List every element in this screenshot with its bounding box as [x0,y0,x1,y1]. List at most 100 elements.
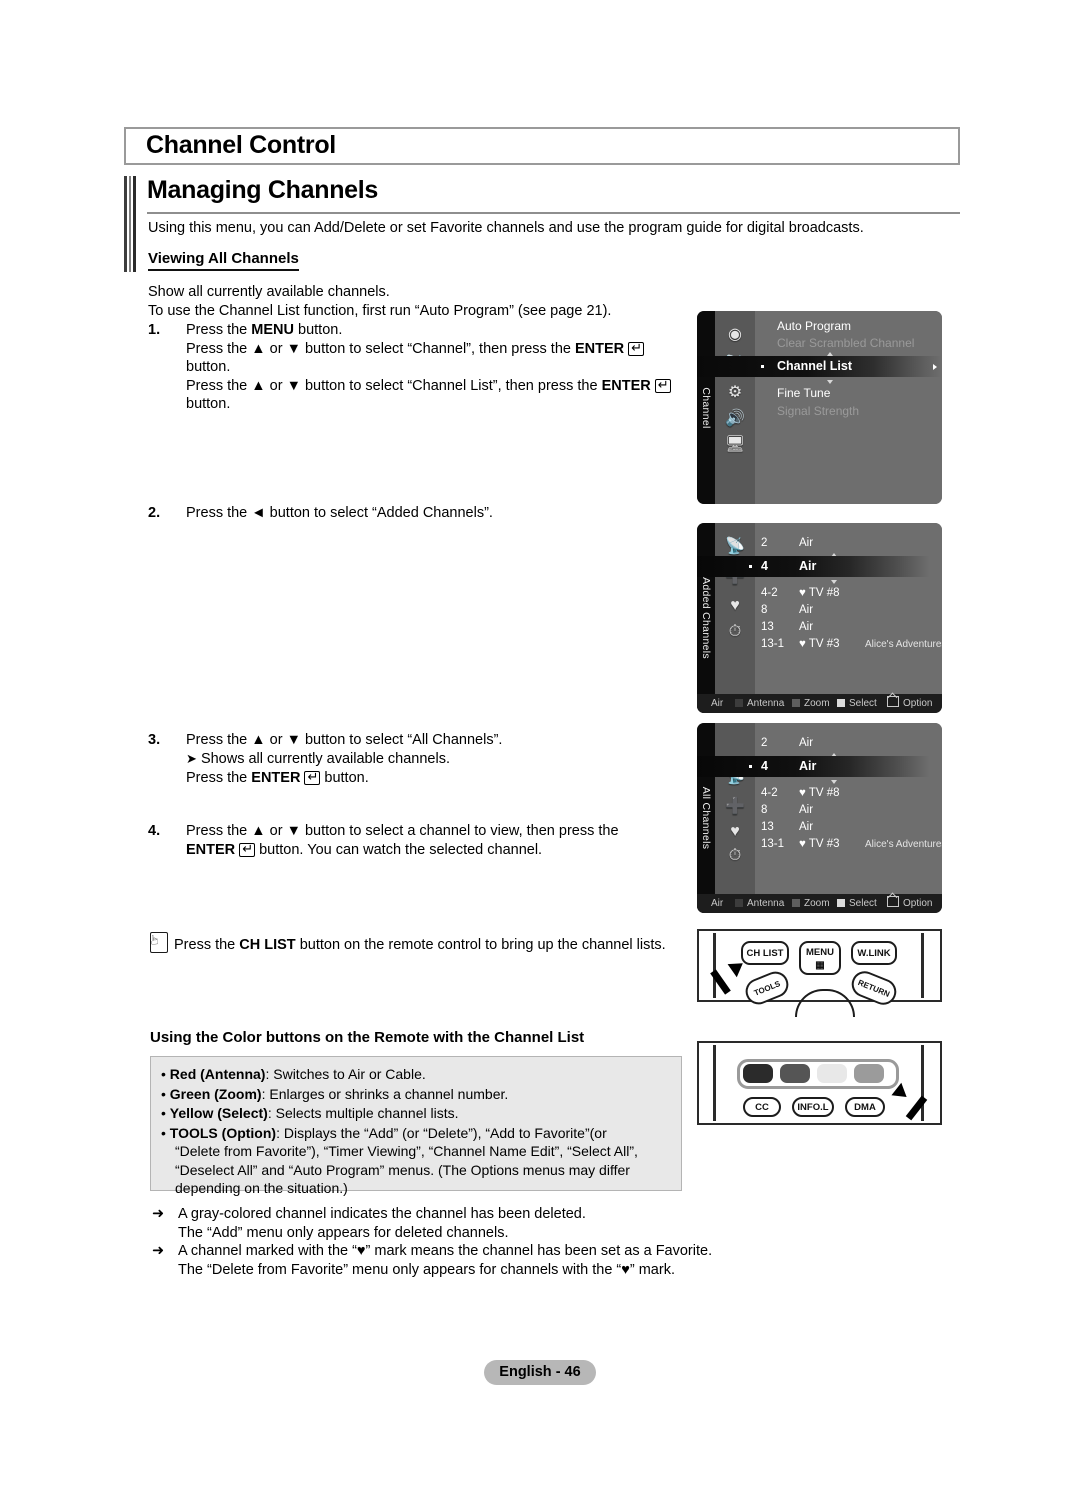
step-3: 3. Press the ▲ or ▼ button to select “Al… [148,731,693,788]
step-3-line3-c: button. [320,770,369,786]
footer-zoom-button[interactable]: Zoom [792,894,830,913]
color-item-tools-cont-3: depending on the situation.) [175,1180,348,1196]
osd-item-channel-list[interactable]: Channel List [697,356,942,377]
table-row[interactable]: 13 Air [755,619,942,636]
channel-source: ♥ TV #3 [799,638,840,650]
bottom-note-2-body: A channel marked with the “♥” mark means… [178,1242,752,1279]
section-accent-bars [124,176,138,272]
step-1-line2-a: Press the ▲ or ▼ button to select “Chann… [186,340,575,357]
channel-number: 4-2 [761,787,778,799]
footer-zoom-label: Zoom [804,698,830,709]
remote-tools-label: TOOLS [752,979,782,998]
remote-red-button[interactable] [743,1064,773,1083]
osd-menu-icon-column: ◉ 📡 ⚙ 🔊 🖥 [715,311,755,504]
osd-added-rail: Added Channels [697,523,715,713]
channel-number: 13 [761,821,774,833]
remote-ch-list-button[interactable]: CH LIST [741,941,789,965]
table-row[interactable]: 8 Air [755,602,942,619]
footer-select-button[interactable]: Select [837,894,877,913]
remote-menu-button[interactable]: MENU ▦ [799,941,841,975]
channel-number: 2 [761,537,768,549]
footer-select-button[interactable]: Select [837,694,877,713]
footer-air-label: Air [711,898,724,909]
footer-antenna-label: Antenna [747,898,785,909]
osd-item-auto-program[interactable]: Auto Program [755,318,942,334]
footer-option-label: Option [903,898,933,909]
channel-source: Air [799,821,814,833]
section-intro: Using this menu, you can Add/Delete or s… [148,220,864,236]
add-channel-icon: ➕ [725,798,745,815]
bottom-note-2-line1: A channel marked with the “♥” mark means… [178,1243,713,1259]
osd-item-clear-scrambled-channel[interactable]: Clear Scrambled Channel [755,335,942,351]
remote-menu-label: MENU [806,947,834,958]
step-4-body: Press the ▲ or ▼ button to select a chan… [186,822,693,859]
osd-menu-rail: Channel [697,311,715,504]
remote-dma-button[interactable]: DMA [845,1097,885,1117]
footer-antenna-label: Antenna [747,698,785,709]
step-1-line2-c: button. [186,359,231,375]
osd-added-footer: Air Antenna Zoom Select Option [697,694,942,713]
step-1-enter-keyword-2: ENTER [601,377,651,394]
step-1-line1-c: button. [293,322,343,338]
ch-list-note-after: button on the remote control to bring up… [295,937,666,953]
table-row[interactable]: 2 Air [755,735,942,752]
footer-zoom-button[interactable]: Zoom [792,694,830,713]
osd-added-rail-label: Added Channels [700,577,712,659]
step-1-menu-keyword: MENU [251,322,294,338]
arrow-bullet-icon: ➜ [152,1206,165,1222]
remote-yellow-button[interactable] [817,1064,847,1083]
osd-item-channel-list-label: Channel List [777,359,853,373]
table-row[interactable]: 4-2 ♥ TV #8 [755,585,942,602]
channel-number: 13-1 [761,838,785,850]
remote-color-button-group [737,1059,899,1089]
channel-source: Air [799,759,817,773]
channel-number: 8 [761,604,768,616]
footer-option-button[interactable]: Option [887,694,932,713]
footer-option-button[interactable]: Option [887,894,932,913]
channel-number: 13 [761,621,774,633]
ch-list-keyword: CH LIST [239,937,296,953]
channel-source: Air [799,804,814,816]
footer-antenna-button[interactable]: Antenna [735,694,784,713]
step-1-line3-a: Press the ▲ or ▼ button to select “Chann… [186,377,602,394]
hand-pointer-icon [150,932,168,953]
display-icon: 🖥 [724,436,746,453]
channel-source: ♥ TV #8 [799,787,840,799]
menu-grid-icon: ▦ [815,960,825,971]
color-item-green: Green (Zoom): Enlarges or shrinks a chan… [161,1085,671,1104]
green-chip-icon [792,899,800,907]
osd-item-signal-strength[interactable]: Signal Strength [755,403,942,419]
remote-return-button[interactable]: RETURN [847,967,901,1009]
speaker-icon: 🔊 [725,410,745,427]
page-footer: English - 46 [484,1360,596,1385]
table-row[interactable]: 13 Air [755,819,942,836]
osd-added-icon-column: 📡 ➕ ♥ ⏱ [715,523,755,713]
table-row[interactable]: 8 Air [755,802,942,819]
table-row[interactable]: 2 Air [755,535,942,552]
remote-tools-button[interactable]: TOOLS [741,967,793,1009]
table-row[interactable]: 4-2 ♥ TV #8 [755,785,942,802]
chapter-title: Channel Control [146,131,336,159]
footer-antenna-button[interactable]: Antenna [735,894,784,913]
ch-list-note-before: Press the [174,937,240,953]
step-2: 2. Press the ◄ button to select “Added C… [148,504,693,523]
footer-zoom-label: Zoom [804,898,830,909]
remote-green-button[interactable] [780,1064,810,1083]
table-row[interactable]: 4 Air [697,756,942,777]
table-row[interactable]: 4 Air [697,556,942,577]
clock-icon: ⏱ [728,623,742,640]
table-row[interactable]: 13-1 ♥ TV #3 Alice's Adventures in Wonde… [755,636,942,653]
table-row[interactable]: 13-1 ♥ TV #3 Alice's Adventures in Wonde… [755,836,942,853]
enter-key-icon: ↵ [628,341,645,356]
remote-cc-button[interactable]: CC [743,1097,781,1117]
remote-wlink-button[interactable]: W.LINK [851,941,897,965]
remote-infol-button[interactable]: INFO.L [792,1097,834,1117]
lead-line-1: Show all currently available channels. [148,284,390,300]
remote-dpad-ring [795,989,855,1017]
footer-select-label: Select [849,698,877,709]
remote-blue-button[interactable] [854,1064,884,1083]
osd-all-list: 2 Air 4 Air 4-2 ♥ TV #8 8 Air 13 Air 13-… [697,723,942,913]
channel-number: 13-1 [761,638,785,650]
manual-page: Channel Control Managing Channels Using … [0,0,1080,1488]
osd-item-fine-tune[interactable]: Fine Tune [755,385,942,401]
